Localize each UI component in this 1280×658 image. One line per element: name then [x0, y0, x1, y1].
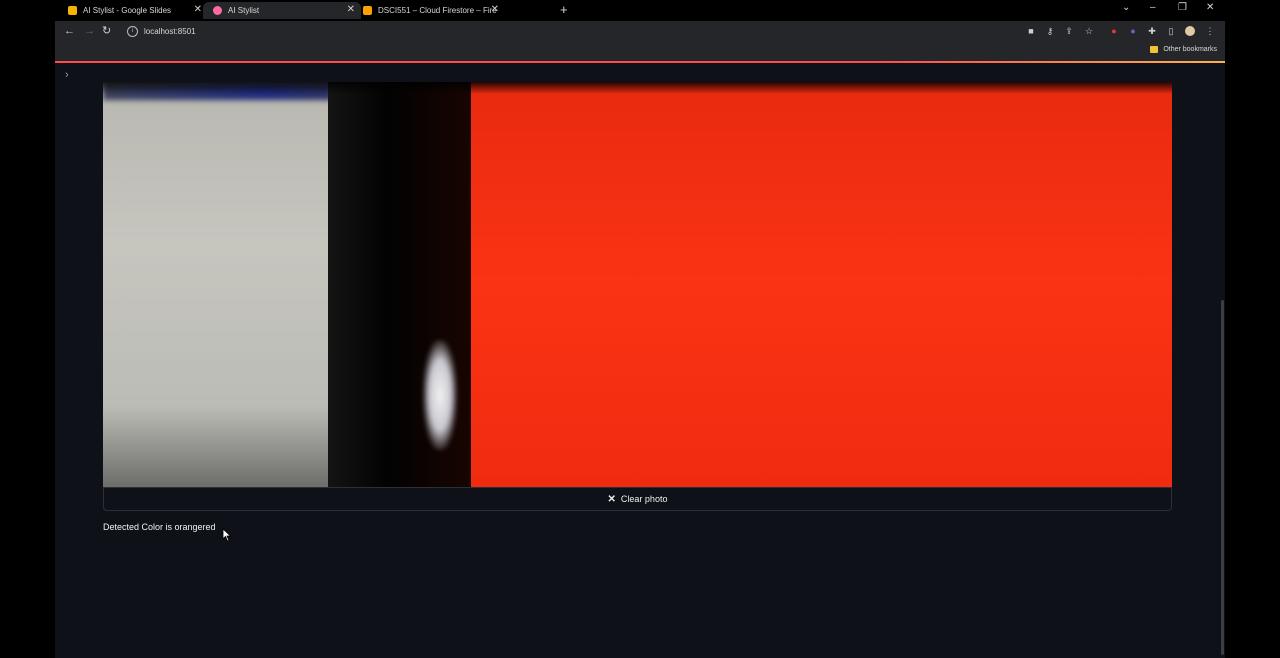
app-main: › ✕ Clear photo Detected Color is orange… — [55, 63, 1225, 658]
key-icon[interactable]: ⚷ — [1045, 26, 1055, 36]
address-bar[interactable]: i localhost:8501 — [125, 24, 1015, 39]
photo-vignette — [103, 82, 1172, 94]
tab-google-slides[interactable]: AI Stylist - Google Slides ✕ — [63, 2, 208, 19]
star-icon[interactable]: ☆ — [1084, 26, 1094, 36]
camera-photo — [103, 82, 1172, 487]
extensions-puzzle-icon[interactable]: ✚ — [1147, 26, 1157, 36]
photo-region-dark — [328, 82, 478, 487]
detected-color-text: Detected Color is orangered — [103, 522, 216, 532]
profile-avatar-icon[interactable] — [1185, 26, 1195, 36]
close-tab-icon[interactable]: ✕ — [194, 5, 202, 15]
menu-kebab-icon[interactable]: ⋮ — [1205, 26, 1215, 36]
tab-strip: AI Stylist - Google Slides ✕ AI Stylist … — [55, 0, 1225, 21]
side-panel-icon[interactable]: ▯ — [1166, 26, 1176, 36]
firebase-favicon-icon — [363, 6, 372, 15]
clear-photo-label: Clear photo — [620, 494, 668, 504]
reload-icon[interactable]: ↻ — [102, 24, 111, 38]
tab-search-icon[interactable]: ⌄ — [1122, 2, 1130, 13]
tab-title: AI Stylist — [228, 6, 260, 15]
close-icon: ✕ — [607, 493, 616, 505]
close-tab-icon[interactable]: ✕ — [491, 5, 499, 15]
back-icon[interactable]: ← — [64, 24, 75, 38]
other-bookmarks-label: Other bookmarks — [1163, 46, 1217, 53]
photo-region-wall — [103, 82, 333, 487]
close-window-icon[interactable]: ✕ — [1206, 2, 1214, 13]
slides-favicon-icon — [68, 6, 77, 15]
folder-icon — [1150, 46, 1159, 53]
streamlit-favicon-icon — [213, 6, 222, 15]
camera-icon[interactable]: ■ — [1026, 26, 1036, 36]
tab-title: DSCI551 – Cloud Firestore – Fire — [378, 6, 497, 15]
bookmarks-bar: Other bookmarks — [55, 42, 1225, 61]
photo-region-red — [471, 82, 1172, 487]
photo-highlight — [423, 340, 457, 450]
tab-firestore[interactable]: DSCI551 – Cloud Firestore – Fire ✕ — [358, 2, 505, 19]
close-tab-icon[interactable]: ✕ — [347, 5, 355, 15]
mouse-cursor-icon — [222, 528, 232, 542]
share-icon[interactable]: ⇪ — [1064, 26, 1074, 36]
info-icon[interactable]: i — [127, 26, 138, 37]
minimize-icon[interactable]: – — [1150, 2, 1156, 13]
extension-red-icon[interactable]: ● — [1109, 26, 1119, 36]
forward-icon[interactable]: → — [84, 24, 95, 38]
tab-title: AI Stylist - Google Slides — [83, 6, 172, 15]
new-tab-button[interactable]: + — [560, 2, 568, 17]
other-bookmarks[interactable]: Other bookmarks — [1150, 46, 1217, 53]
sidebar-expand-chevron-icon[interactable]: › — [65, 69, 69, 81]
page-scrollbar[interactable] — [1221, 300, 1224, 655]
extension-purple-icon[interactable]: ● — [1128, 26, 1138, 36]
restore-icon[interactable]: ❐ — [1178, 2, 1187, 13]
url-text: localhost:8501 — [144, 27, 196, 36]
clear-photo-button[interactable]: ✕ Clear photo — [103, 487, 1172, 511]
browser-toolbar: ← → ↻ i localhost:8501 ■ ⚷ ⇪ ☆ ● ● ✚ ▯ ⋮ — [55, 21, 1225, 42]
tab-ai-stylist[interactable]: AI Stylist ✕ — [203, 2, 361, 19]
